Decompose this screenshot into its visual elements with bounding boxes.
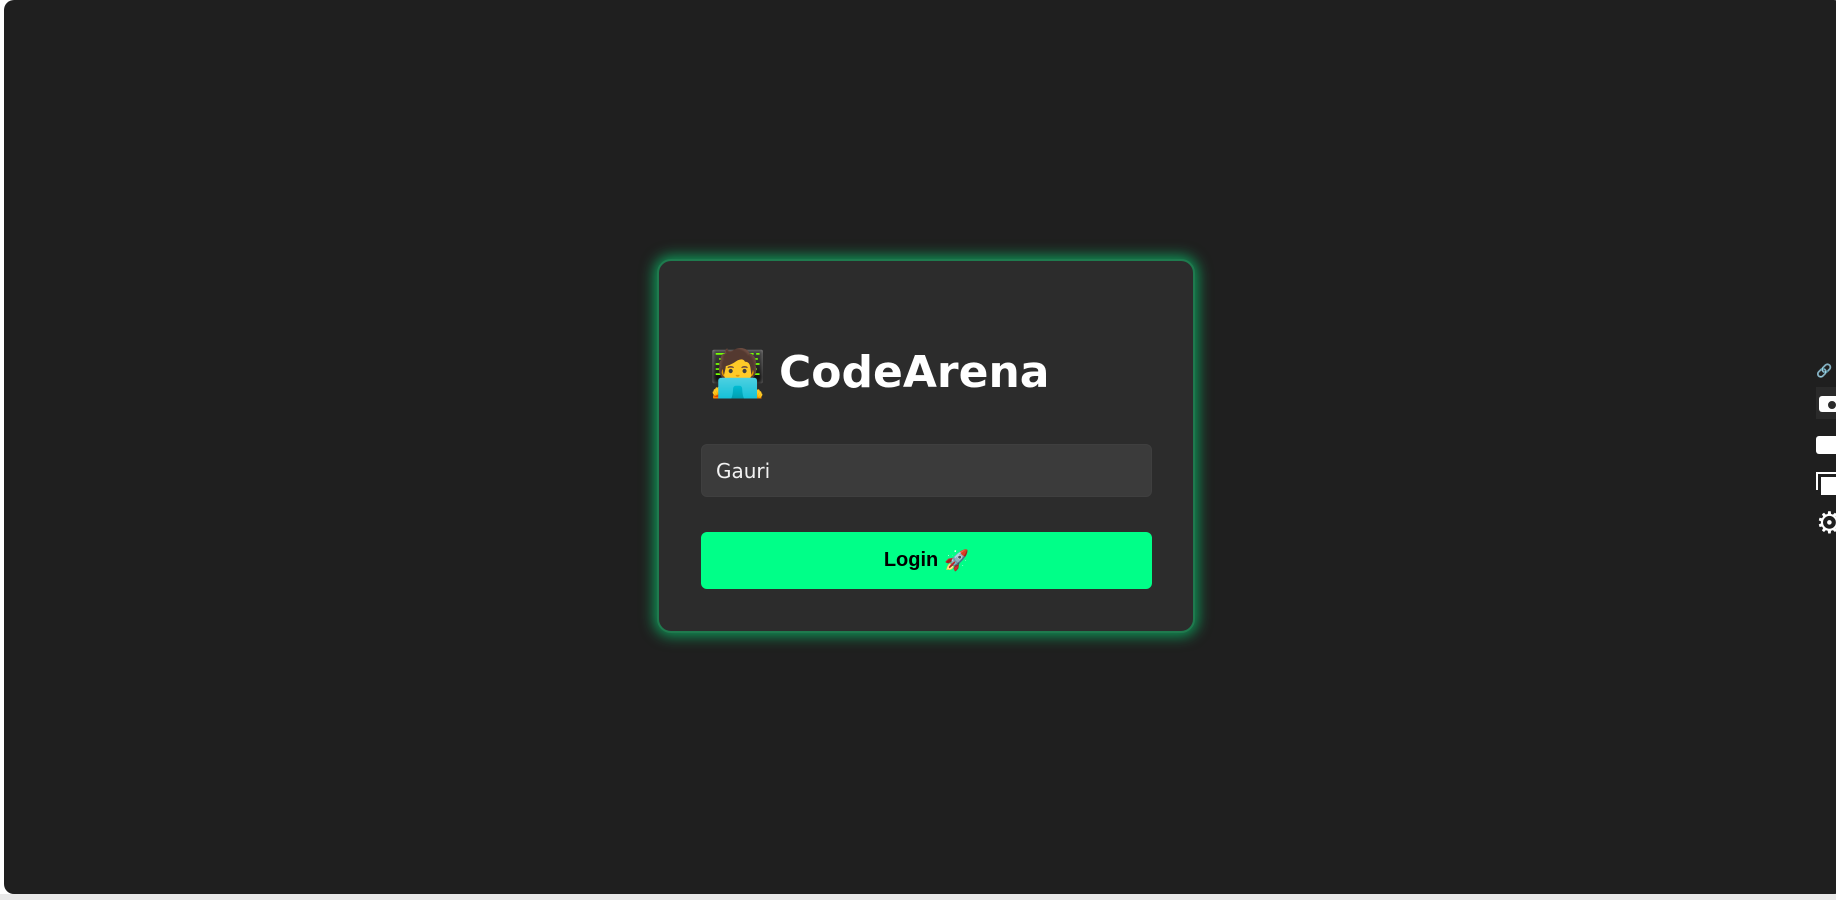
coder-emoji-icon: 🧑‍💻	[709, 346, 767, 400]
title-row: 🧑‍💻 CodeArena	[709, 345, 1049, 401]
app-window: 🧑‍💻 CodeArena Login 🚀 🔗 ⚙	[4, 0, 1836, 894]
username-input[interactable]	[701, 444, 1152, 497]
video-icon[interactable]	[1816, 436, 1836, 454]
app-title: CodeArena	[779, 347, 1050, 398]
login-button-label: Login	[883, 549, 939, 571]
side-toolbar: 🔗 ⚙	[1810, 364, 1836, 544]
window-front-frame	[1821, 477, 1836, 495]
login-button[interactable]: Login 🚀	[701, 532, 1152, 589]
bottom-strip	[0, 894, 1836, 900]
window-icon[interactable]	[1816, 472, 1836, 496]
login-card: 🧑‍💻 CodeArena Login 🚀	[657, 259, 1195, 633]
camera-lens	[1827, 400, 1836, 410]
rocket-icon: 🚀	[944, 550, 970, 572]
gear-icon[interactable]: ⚙	[1816, 508, 1836, 540]
link-icon[interactable]: 🔗	[1816, 364, 1832, 380]
camera-icon[interactable]	[1816, 387, 1836, 419]
